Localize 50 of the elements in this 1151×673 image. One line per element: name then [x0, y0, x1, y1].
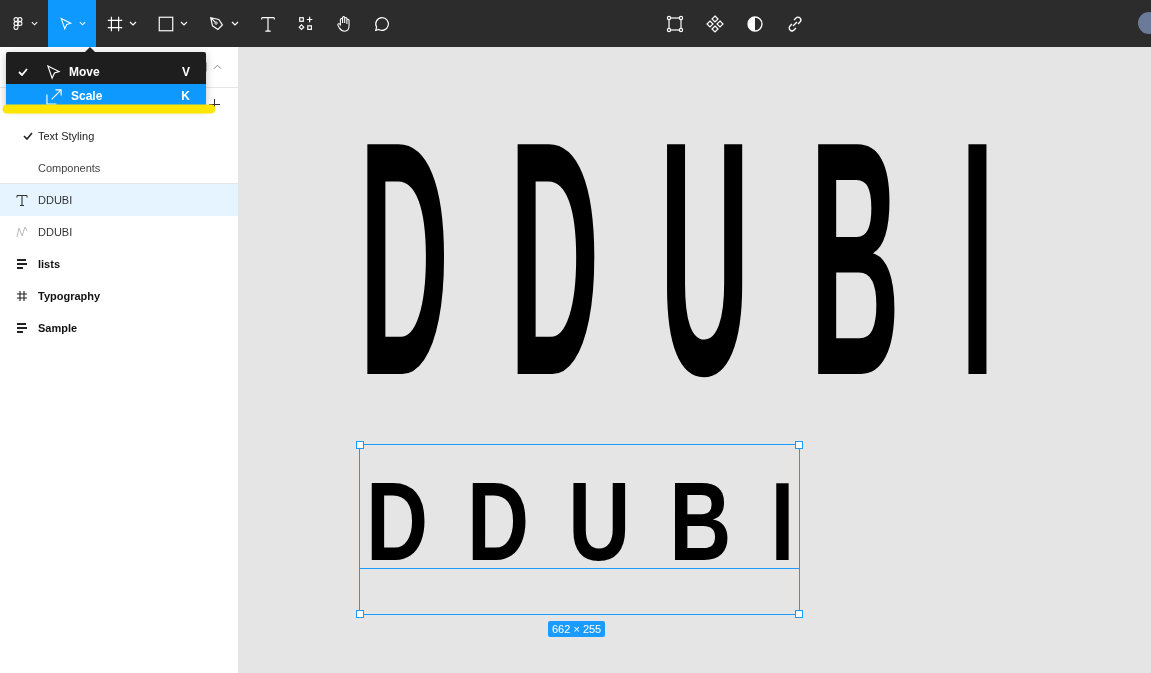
- selected-text: DDUBI: [366, 481, 834, 562]
- caret-icon: [180, 21, 188, 26]
- component-icon: [706, 14, 724, 33]
- comment-icon: [373, 14, 391, 33]
- shortcut-key: K: [181, 89, 190, 103]
- layer-item[interactable]: Sample: [0, 312, 238, 344]
- layer-name: Typography: [38, 290, 101, 302]
- pointer-icon: [58, 14, 74, 33]
- auto-layout-icon: [15, 258, 29, 270]
- auto-layout-icon: [15, 322, 29, 334]
- page-item[interactable]: Components: [0, 152, 238, 184]
- layer-name: lists: [38, 258, 60, 270]
- layer-item[interactable]: DDUBI: [0, 184, 238, 216]
- logo-icon: [10, 14, 26, 33]
- shapes-plus-icon: [297, 14, 315, 33]
- layer-name: DDUBI: [38, 194, 73, 206]
- rectangle-icon: [157, 14, 175, 33]
- link-icon: [786, 14, 804, 33]
- resize-handle[interactable]: [795, 610, 803, 618]
- resize-handle[interactable]: [356, 610, 364, 618]
- layer-item[interactable]: Typography: [0, 280, 238, 312]
- scale-icon: [46, 87, 63, 105]
- page-name: Text Styling: [38, 130, 95, 142]
- menu-item[interactable]: Move V: [6, 60, 206, 84]
- size-label: 662 × 255: [548, 621, 606, 637]
- resize-handle[interactable]: [356, 441, 364, 449]
- text-icon: [15, 194, 29, 206]
- caret-icon: [231, 21, 239, 26]
- caret-icon: [30, 21, 38, 26]
- caret-icon: [78, 21, 86, 26]
- resize-handle[interactable]: [795, 441, 803, 449]
- page-item[interactable]: Text Styling: [0, 120, 238, 152]
- bounding-box-icon: [666, 14, 684, 33]
- frame-icon: [15, 290, 29, 302]
- page-name: Components: [38, 162, 101, 174]
- layer-name: DDUBI: [38, 226, 73, 238]
- text-icon: [259, 14, 277, 33]
- layer-item[interactable]: lists: [0, 248, 238, 280]
- layer-item[interactable]: DDUBI: [0, 216, 238, 248]
- layer-name: Sample: [38, 322, 78, 334]
- contrast-icon: [746, 14, 764, 33]
- pointer-icon: [46, 64, 61, 80]
- large-text: DDUBI: [359, 139, 1055, 380]
- menu-item-label: Scale: [71, 89, 104, 103]
- frame-icon: [106, 14, 124, 33]
- pen-icon: [208, 14, 226, 33]
- hand-icon: [335, 14, 353, 33]
- caret-icon: [129, 21, 137, 26]
- shortcut-key: V: [182, 65, 190, 79]
- menu-item-label: Move: [69, 65, 101, 79]
